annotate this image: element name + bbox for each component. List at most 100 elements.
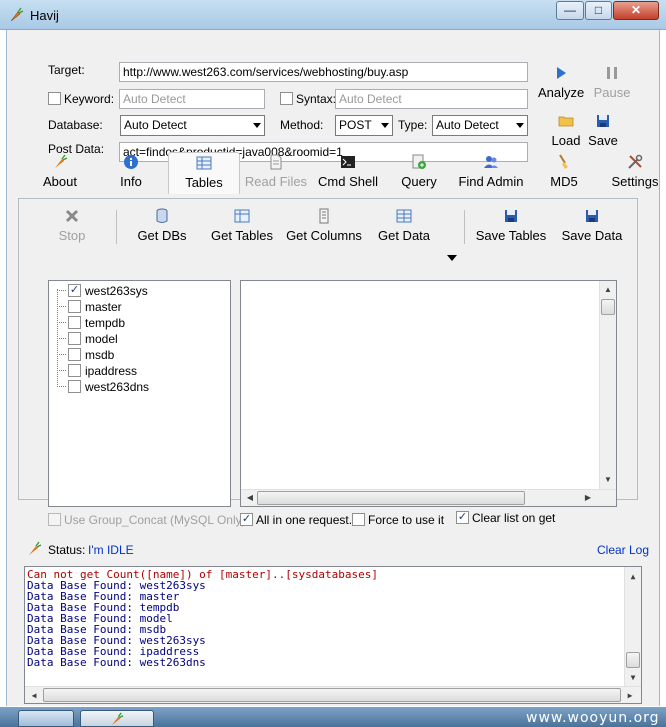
scrollbar-thumb[interactable] — [257, 491, 525, 505]
minimize-button[interactable]: — — [556, 1, 584, 20]
tab-settings[interactable]: Settings — [610, 152, 660, 194]
table-icon — [196, 156, 212, 170]
clear-log-link[interactable]: Clear Log — [597, 543, 649, 557]
get-data-button[interactable]: Get Data — [374, 208, 434, 248]
stop-label: Stop — [58, 228, 86, 243]
play-icon — [557, 67, 566, 79]
all-in-one-checkbox[interactable]: ✓ — [240, 513, 253, 526]
tab-query[interactable]: Query — [398, 152, 440, 194]
get-dbs-button[interactable]: Get DBs — [134, 208, 190, 248]
log-output[interactable]: Can not get Count([name]) of [master]..[… — [24, 566, 642, 704]
get-tables-label: Get Tables — [211, 228, 273, 243]
tree-item-checkbox[interactable] — [68, 316, 81, 329]
analyze-button[interactable]: Analyze — [538, 65, 584, 100]
tab-settings-label: Settings — [611, 174, 659, 189]
scrollbar-thumb[interactable] — [601, 299, 615, 315]
save-data-label: Save Data — [561, 228, 623, 243]
tree-item-label: master — [85, 300, 122, 314]
tab-md5[interactable]: MD5 — [544, 152, 584, 194]
scroll-left-icon[interactable]: ◀ — [27, 690, 41, 701]
vertical-scrollbar[interactable]: ▲ ▼ — [599, 281, 616, 489]
type-select[interactable]: Auto Detect — [432, 115, 528, 136]
terminal-icon — [341, 156, 355, 168]
tab-find-admin[interactable]: Find Admin — [456, 152, 526, 194]
method-select[interactable]: POST — [335, 115, 393, 136]
syntax-checkbox[interactable] — [280, 92, 293, 105]
save-tables-label: Save Tables — [475, 228, 547, 243]
taskbar-button-havij[interactable] — [80, 710, 154, 727]
scroll-right-icon[interactable]: ▶ — [623, 690, 637, 701]
stop-button[interactable]: Stop — [52, 208, 92, 248]
get-columns-button[interactable]: Get Columns — [284, 208, 364, 248]
keyword-input[interactable]: Auto Detect — [119, 89, 265, 109]
force-use-checkbox[interactable] — [352, 513, 365, 526]
tree-item-label: model — [85, 332, 118, 346]
tree-item-checkbox[interactable]: ✓ — [68, 284, 81, 297]
group-concat-checkbox[interactable] — [48, 513, 61, 526]
scroll-right-icon[interactable]: ▶ — [581, 493, 595, 502]
columns-icon — [319, 208, 329, 224]
scroll-down-icon[interactable]: ▼ — [601, 475, 615, 484]
clear-list-label: Clear list on get — [472, 511, 556, 525]
scroll-left-icon[interactable]: ◀ — [243, 493, 257, 502]
method-label: Method: — [280, 118, 324, 132]
tree-item-label: west263sys — [85, 284, 148, 298]
scrollbar-thumb[interactable] — [626, 652, 640, 668]
tab-cmd-shell[interactable]: Cmd Shell — [316, 152, 380, 194]
scrollbar-thumb[interactable] — [43, 688, 621, 702]
scroll-down-icon[interactable]: ▼ — [626, 672, 640, 683]
clear-list-checkbox[interactable]: ✓ — [456, 511, 469, 524]
save-button[interactable]: Save — [586, 113, 620, 148]
get-data-dropdown-icon[interactable] — [446, 254, 458, 262]
target-input[interactable]: http://www.west263.com/services/webhosti… — [119, 62, 528, 82]
tree-item-checkbox[interactable] — [68, 348, 81, 361]
tab-about-label: About — [43, 174, 77, 189]
save-tables-button[interactable]: Save Tables — [474, 208, 548, 248]
toolbar-divider — [464, 210, 465, 244]
load-label: Load — [551, 133, 581, 148]
tree-item-checkbox[interactable] — [68, 300, 81, 313]
load-button[interactable]: Load — [548, 113, 584, 148]
tab-tables[interactable]: Tables — [168, 152, 240, 194]
file-icon — [270, 154, 282, 170]
vertical-scrollbar[interactable]: ▲ ▼ — [624, 567, 641, 686]
table-list[interactable]: ▲ ▼ ◀ ▶ — [240, 280, 617, 507]
keyword-label: Keyword: — [64, 92, 115, 106]
tab-read-files[interactable]: Read Files — [244, 152, 308, 194]
get-tables-button[interactable]: Get Tables — [208, 208, 276, 248]
database-tree[interactable]: ✓ west263sys master tempdb model msdb ip… — [48, 280, 231, 507]
database-label: Database: — [48, 118, 103, 132]
all-in-one-label: All in one request. — [256, 513, 353, 527]
tab-query-label: Query — [401, 174, 437, 189]
floppy-icon — [597, 115, 609, 127]
tab-info[interactable]: Info — [114, 152, 148, 194]
tab-md5-label: MD5 — [550, 174, 578, 189]
log-line: Data Base Found: west263dns — [27, 656, 206, 669]
save-data-button[interactable]: Save Data — [558, 208, 626, 248]
save-label: Save — [588, 133, 618, 148]
tab-info-label: Info — [120, 174, 142, 189]
tree-item-checkbox[interactable] — [68, 364, 81, 377]
close-button[interactable]: ✕ — [613, 1, 659, 20]
database-select[interactable]: Auto Detect — [120, 115, 265, 136]
tree-item-checkbox[interactable] — [68, 380, 81, 393]
taskbar-button[interactable] — [18, 710, 74, 727]
toolbar-divider — [116, 210, 117, 244]
pause-button[interactable]: Pause — [592, 65, 632, 100]
tab-read-files-label: Read Files — [244, 174, 308, 189]
carrot-icon — [29, 541, 42, 555]
tree-item-checkbox[interactable] — [68, 332, 81, 345]
horizontal-scrollbar[interactable]: ◀ ▶ — [25, 686, 641, 703]
maximize-button[interactable]: □ — [585, 1, 612, 20]
scroll-up-icon[interactable]: ▲ — [626, 571, 640, 582]
status-label: Status: — [48, 543, 86, 557]
horizontal-scrollbar[interactable]: ◀ ▶ — [241, 489, 616, 506]
target-label: Target: — [48, 63, 85, 77]
scroll-up-icon[interactable]: ▲ — [601, 285, 615, 294]
tab-tables-label: Tables — [185, 175, 223, 190]
pause-icon — [607, 67, 617, 79]
keyword-checkbox[interactable] — [48, 92, 61, 105]
syntax-input[interactable]: Auto Detect — [335, 89, 528, 109]
syntax-label: Syntax: — [296, 92, 337, 106]
tab-about[interactable]: About — [38, 152, 82, 194]
